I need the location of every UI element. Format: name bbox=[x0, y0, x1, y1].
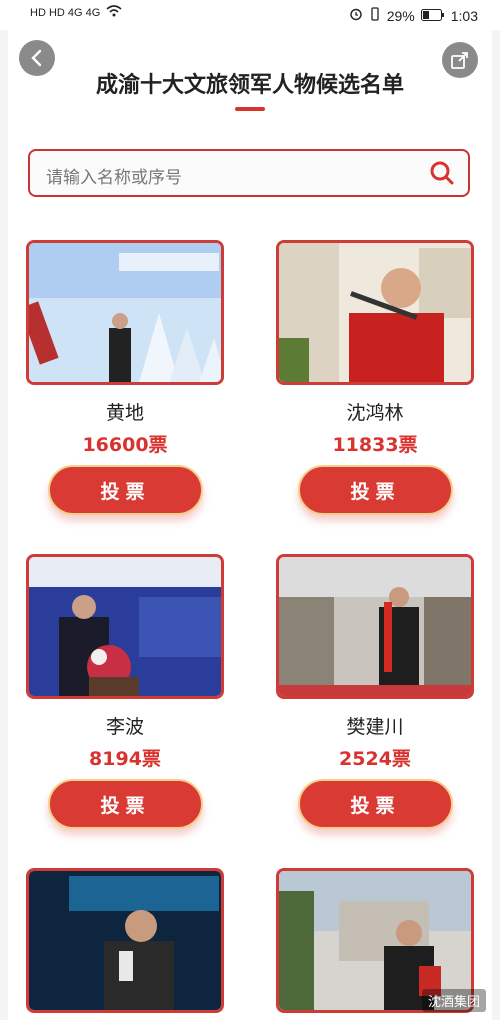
vibrate-icon bbox=[369, 7, 381, 24]
status-bar: HD HD 4G 4G 29% 1:03 bbox=[0, 0, 500, 30]
status-right: 29% 1:03 bbox=[349, 7, 478, 24]
candidate-name: 李波 bbox=[105, 716, 144, 738]
candidate-votes: 11833票 bbox=[332, 434, 418, 456]
candidate-photo[interactable] bbox=[276, 240, 474, 385]
vote-button[interactable]: 投票 bbox=[48, 779, 203, 829]
title-underline bbox=[235, 107, 265, 111]
candidate-photo[interactable] bbox=[26, 868, 224, 1013]
candidate-name: 沈鸿林 bbox=[346, 402, 404, 424]
vote-button[interactable]: 投票 bbox=[298, 779, 453, 829]
clock-time: 1:03 bbox=[450, 7, 478, 24]
candidate-votes: 8194票 bbox=[89, 748, 161, 770]
chevron-left-icon bbox=[31, 49, 42, 67]
candidate-photo[interactable] bbox=[26, 240, 224, 385]
candidate-photo[interactable] bbox=[26, 554, 224, 699]
status-left: HD HD 4G 4G bbox=[30, 5, 122, 20]
search-placeholder: 请输入名称或序号 bbox=[46, 168, 182, 188]
watermark: 沈酒集团 bbox=[421, 989, 486, 1012]
battery-icon bbox=[420, 8, 445, 24]
vote-button[interactable]: 投票 bbox=[298, 465, 453, 515]
candidate-name: 樊建川 bbox=[346, 716, 404, 738]
vote-button[interactable]: 投票 bbox=[48, 465, 203, 515]
candidate-votes: 2524票 bbox=[339, 748, 411, 770]
alarm-icon bbox=[349, 7, 363, 24]
signal-icons: HD HD 4G 4G bbox=[30, 6, 101, 19]
search-icon[interactable] bbox=[428, 159, 456, 187]
wifi-icon bbox=[106, 5, 122, 20]
candidate-name: 黄地 bbox=[105, 402, 144, 424]
candidate-photo[interactable] bbox=[276, 554, 474, 699]
page-title: 成渝十大文旅领军人物候选名单 bbox=[95, 73, 404, 98]
search-input[interactable]: 请输入名称或序号 bbox=[28, 149, 470, 197]
candidate-votes: 16600票 bbox=[82, 434, 168, 456]
battery-percent: 29% bbox=[386, 7, 415, 24]
